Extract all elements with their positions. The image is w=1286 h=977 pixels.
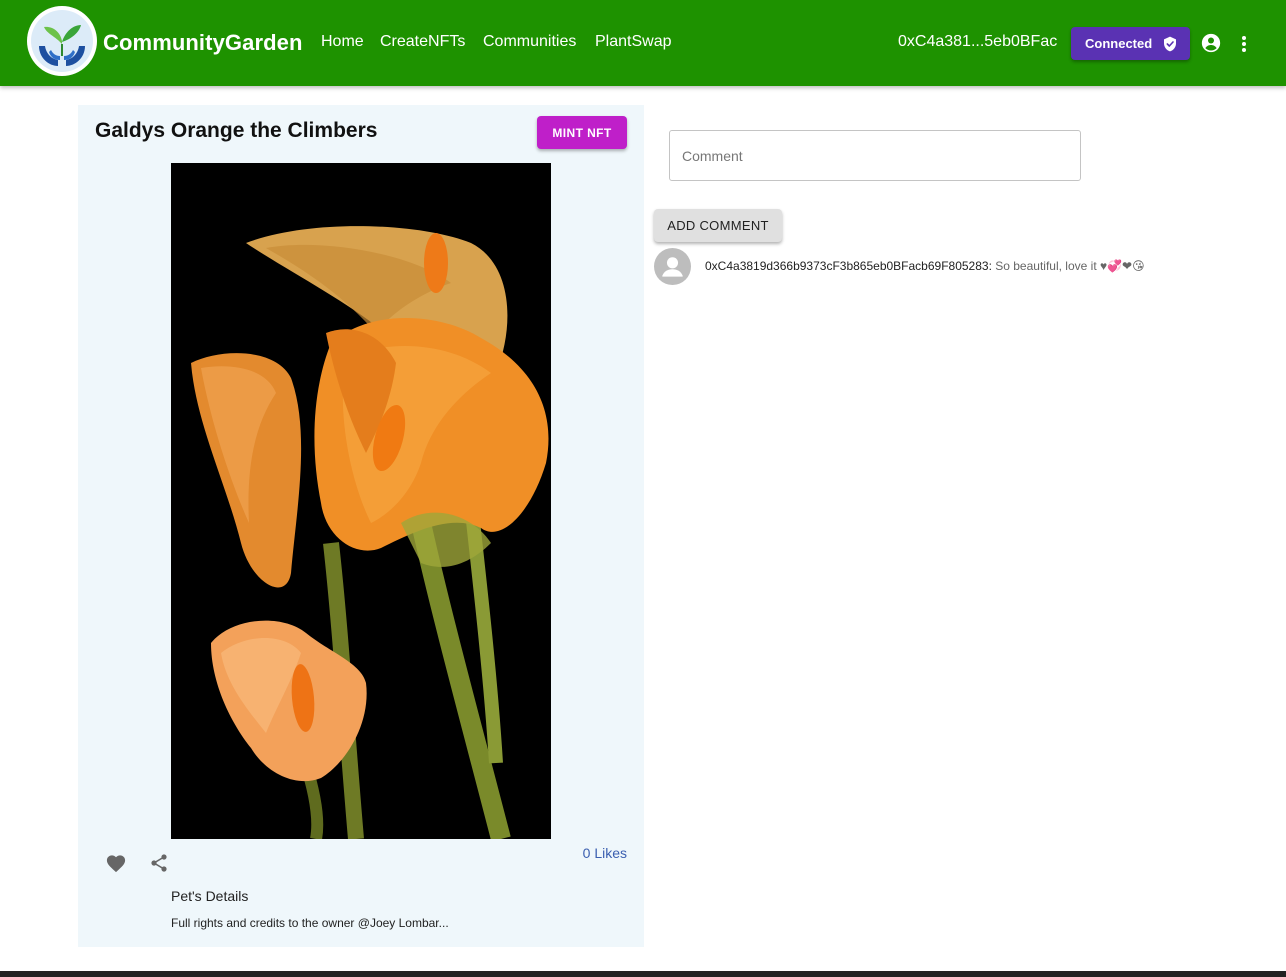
details-text: Full rights and credits to the owner @Jo… bbox=[171, 916, 449, 930]
community-garden-logo[interactable] bbox=[27, 6, 97, 76]
nft-title: Galdys Orange the Climbers bbox=[95, 119, 378, 142]
comment-item: 0xC4a3819d366b9373cF3b865eb0BFacb69F8052… bbox=[705, 259, 1145, 274]
brand-name[interactable]: CommunityGarden bbox=[103, 30, 303, 56]
more-vert-icon[interactable] bbox=[1238, 34, 1250, 54]
nav-communities[interactable]: Communities bbox=[483, 32, 576, 52]
add-comment-button[interactable]: ADD COMMENT bbox=[654, 209, 782, 242]
mint-nft-button[interactable]: MINT NFT bbox=[537, 116, 627, 149]
shield-check-icon bbox=[1164, 36, 1176, 52]
bottom-edge bbox=[0, 971, 1286, 977]
share-icon[interactable] bbox=[150, 853, 168, 873]
connected-button[interactable]: Connected bbox=[1071, 27, 1190, 60]
comment-input[interactable] bbox=[669, 130, 1081, 181]
connected-label: Connected bbox=[1085, 36, 1153, 51]
account-circle-icon[interactable] bbox=[1201, 33, 1221, 53]
wallet-address: 0xC4a381...5eb0BFac bbox=[898, 33, 1058, 50]
nav-plantswap[interactable]: PlantSwap bbox=[595, 32, 672, 52]
app-bar: CommunityGarden Home CreateNFTs Communit… bbox=[0, 0, 1286, 86]
comment-author: 0xC4a3819d366b9373cF3b865eb0BFacb69F8052… bbox=[705, 259, 992, 273]
comment-text: So beautiful, love it ♥💞❤😘 bbox=[995, 259, 1145, 273]
avatar bbox=[654, 248, 691, 285]
details-title: Pet's Details bbox=[171, 888, 249, 904]
nft-image[interactable] bbox=[171, 163, 551, 839]
likes-count[interactable]: 0 Likes bbox=[568, 844, 627, 862]
nav-home[interactable]: Home bbox=[321, 32, 364, 52]
heart-icon[interactable] bbox=[105, 853, 127, 873]
nft-card: Galdys Orange the Climbers MINT NFT 0 Li… bbox=[78, 105, 644, 947]
nav-create-nfts[interactable]: CreateNFTs bbox=[380, 32, 465, 52]
